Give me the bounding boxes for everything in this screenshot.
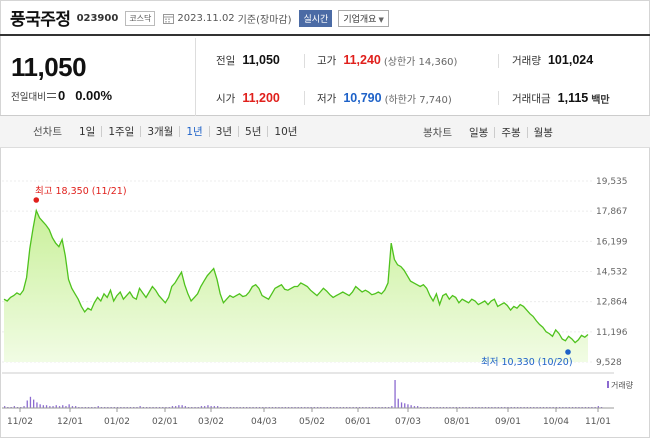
candle-chart-label[interactable]: 봉차트 xyxy=(423,125,452,140)
candle-monthly[interactable]: 월봉 xyxy=(528,125,559,140)
candle-weekly[interactable]: 주봉 xyxy=(495,125,526,140)
period-3m[interactable]: 3개월 xyxy=(141,124,179,139)
x-tick-label: 03/02 xyxy=(198,417,224,427)
open-value: 11,200 xyxy=(242,91,280,105)
amount-value: 1,115 xyxy=(557,91,589,105)
change-percent: 0.00% xyxy=(75,88,113,103)
x-tick-label: 05/02 xyxy=(299,417,325,427)
open-cell: 시가 11,200 xyxy=(216,88,280,108)
volume-legend-label: 거래량 xyxy=(611,380,634,390)
y-tick-label: 19,535 xyxy=(596,177,628,187)
volume-bar xyxy=(29,396,32,408)
candle-tabs: 봉차트 일봉 주봉 월봉 xyxy=(423,116,559,148)
volume-legend: 거래량 xyxy=(607,380,634,390)
period-1d[interactable]: 1일 xyxy=(73,124,101,139)
high-annotation: 최고 18,350 (11/21) xyxy=(35,186,127,197)
x-tick-label: 11/01 xyxy=(585,417,611,427)
base-label: 기준(장마감) xyxy=(237,14,292,26)
period-1w[interactable]: 1주일 xyxy=(102,124,140,139)
period-3y[interactable]: 3년 xyxy=(210,124,238,139)
low-value: 10,790 xyxy=(343,91,382,105)
low-annotation: 최저 10,330 (10/20) xyxy=(481,357,573,368)
amount-label: 거래대금 xyxy=(512,92,551,105)
volume-bar xyxy=(397,398,399,408)
y-tick-label: 17,867 xyxy=(596,207,628,217)
x-tick-label: 10/04 xyxy=(543,417,569,427)
prev-close-value: 11,050 xyxy=(242,53,280,67)
y-tick-label: 9,528 xyxy=(596,358,622,368)
y-tick-label: 11,196 xyxy=(596,328,628,338)
price-chart[interactable]: 19,535 17,867 16,199 14,532 12,864 11,196 9,52… xyxy=(0,150,650,438)
market-badge: 코스닥 xyxy=(125,10,156,26)
period-bar: 선차트 1일 1주일 3개월 1년 3년 5년 10년 봉차트 일봉 주봉 월봉 xyxy=(0,116,650,148)
change-label: 전일대비 xyxy=(11,91,46,103)
current-price: 11,050 xyxy=(11,52,87,82)
no-change-icon xyxy=(46,93,56,98)
divider xyxy=(304,91,305,105)
upper-limit: (상한가 14,360) xyxy=(383,56,458,68)
x-tick-label: 06/01 xyxy=(345,417,371,427)
high-cell: 고가 11,240 (상한가 14,360) xyxy=(317,50,457,70)
amount-cell: 거래대금 1,115 백만 xyxy=(512,88,610,108)
volume-bar xyxy=(400,402,403,408)
x-tick-label: 09/01 xyxy=(495,417,521,427)
volume-bar xyxy=(39,404,41,408)
period-1y[interactable]: 1년 xyxy=(180,124,208,139)
period-10y[interactable]: 10년 xyxy=(268,124,303,139)
company-info-label: 기업개요 xyxy=(343,14,377,25)
low-marker xyxy=(565,349,571,355)
volume-value: 101,024 xyxy=(547,53,594,67)
low-label: 저가 xyxy=(317,92,337,105)
low-cell: 저가 10,790 (하한가 7,740) xyxy=(317,88,452,108)
volume-cell: 거래량 101,024 xyxy=(512,50,593,70)
x-tick-label: 02/01 xyxy=(152,417,178,427)
volume-bar xyxy=(407,404,409,408)
x-tick-label: 11/02 xyxy=(7,417,33,427)
x-tick-label: 12/01 xyxy=(57,417,83,427)
high-value: 11,240 xyxy=(343,53,381,67)
current-price-box: 11,050 전일대비 0 0.00% xyxy=(0,38,196,116)
y-tick-label: 12,864 xyxy=(596,298,628,308)
line-chart-label[interactable]: 선차트 xyxy=(33,124,62,139)
volume-bar xyxy=(404,403,406,408)
change-row: 전일대비 0 0.00% xyxy=(11,88,112,103)
y-tick-label: 14,532 xyxy=(596,268,628,278)
stock-code: 023900 xyxy=(76,13,119,24)
high-label: 고가 xyxy=(317,54,337,67)
volume-bar xyxy=(36,402,38,408)
company-name[interactable]: 풍국주정 xyxy=(10,5,71,30)
x-tick-label: 08/01 xyxy=(444,417,470,427)
divider xyxy=(498,54,499,68)
volume-bars xyxy=(4,380,603,408)
caret-down-icon: ▼ xyxy=(378,15,384,24)
base-date: 2023.11.02 xyxy=(177,12,235,24)
divider xyxy=(304,54,305,68)
stock-header: 풍국주정 023900 코스닥 2023.11.02 기준(장마감) 실시간 기… xyxy=(0,0,650,36)
high-marker xyxy=(33,197,40,203)
volume-bar xyxy=(68,404,70,408)
volume-label: 거래량 xyxy=(512,54,541,67)
x-tick-label: 07/03 xyxy=(395,417,421,427)
divider xyxy=(498,91,499,105)
volume-bar xyxy=(394,380,396,408)
candle-daily[interactable]: 일봉 xyxy=(463,125,494,140)
prev-close-cell: 전일 11,050 xyxy=(216,50,280,70)
y-tick-label: 16,199 xyxy=(596,237,628,247)
y-axis: 19,535 17,867 16,199 14,532 12,864 11,196 9,52… xyxy=(596,177,628,368)
prev-close-label: 전일 xyxy=(216,54,236,67)
period-5y[interactable]: 5년 xyxy=(239,124,267,139)
volume-bar xyxy=(26,400,28,408)
x-tick-label: 04/03 xyxy=(251,417,277,427)
calendar-icon xyxy=(163,13,175,24)
volume-bar xyxy=(33,399,35,408)
company-info-dropdown[interactable]: 기업개요 ▼ xyxy=(338,9,389,27)
price-summary: 11,050 전일대비 0 0.00% 전일 11,050 고가 11,240 … xyxy=(0,38,650,116)
lower-limit: (하한가 7,740) xyxy=(384,94,452,106)
x-tick-label: 01/02 xyxy=(104,417,130,427)
open-label: 시가 xyxy=(216,92,236,105)
x-axis: 11/02 12/01 01/02 02/01 03/02 04/03 05/02 06/01… xyxy=(2,407,614,427)
amount-unit: 백만 xyxy=(591,94,610,106)
change-value: 0 xyxy=(57,88,66,103)
realtime-button[interactable]: 실시간 xyxy=(299,9,333,27)
